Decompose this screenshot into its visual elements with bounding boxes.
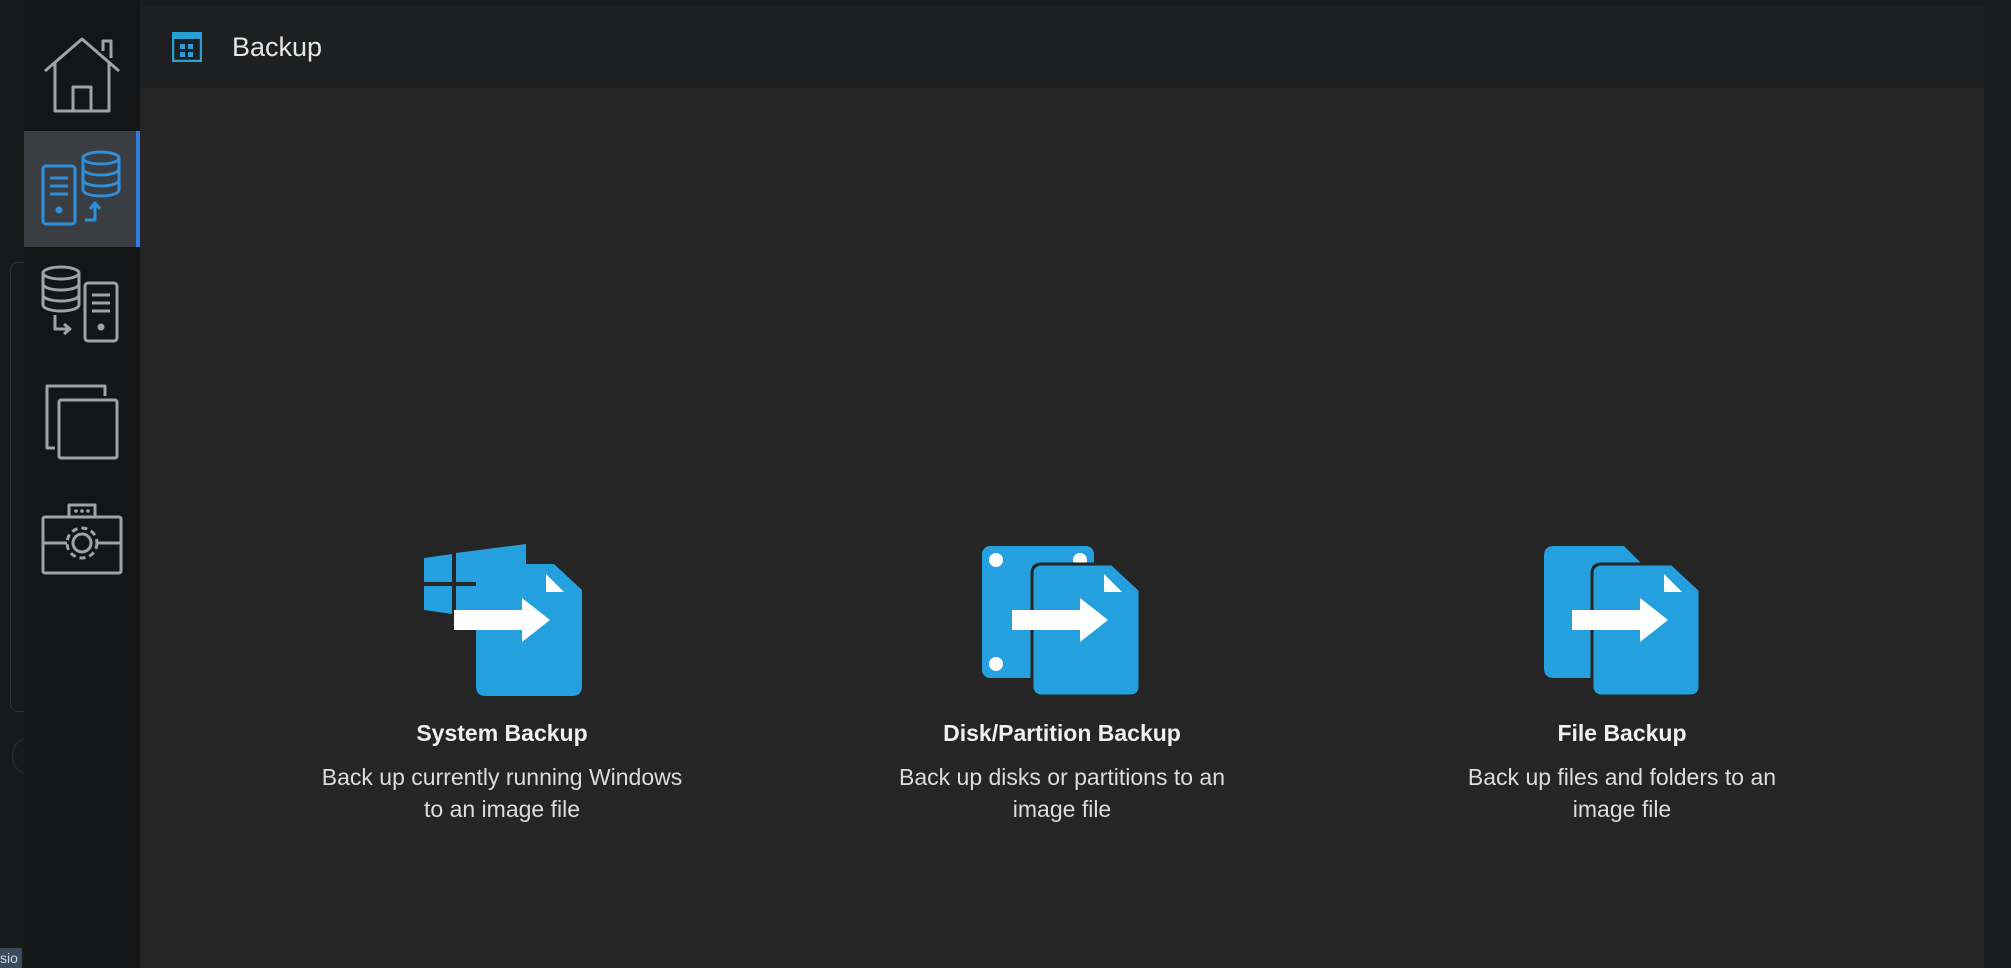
background-tag: sio <box>0 948 22 968</box>
app-grid-icon <box>172 32 202 62</box>
file-backup-card[interactable]: File Backup Back up files and folders to… <box>1412 538 1832 825</box>
page-title: Backup <box>232 31 323 62</box>
sidebar-item-tools[interactable] <box>24 480 140 596</box>
toolbox-icon <box>41 503 123 575</box>
window-right-edge <box>1984 0 2011 968</box>
disk-partition-backup-description: Back up disks or partitions to an image … <box>899 764 1225 822</box>
page-header: Backup <box>140 6 1984 88</box>
file-backup-title: File Backup <box>1557 720 1687 746</box>
main-panel: Backup System Backup Back up currently r… <box>140 6 1984 968</box>
system-backup-title: System Backup <box>416 720 588 746</box>
sidebar-item-restore[interactable] <box>24 248 140 364</box>
sidebar-item-backup[interactable] <box>24 131 140 247</box>
sidebar-item-clone[interactable] <box>24 363 140 479</box>
restore-icon <box>41 265 119 343</box>
system-backup-icon <box>424 544 582 696</box>
disk-backup-icon <box>982 546 1142 698</box>
sidebar-item-home[interactable] <box>24 16 140 132</box>
background-window: sio <box>0 0 42 968</box>
system-backup-description: Back up currently running Windows to an … <box>321 764 683 822</box>
file-backup-icon <box>1544 546 1702 698</box>
clone-icon <box>45 384 119 460</box>
disk-partition-backup-card[interactable]: Disk/Partition Backup Back up disks or p… <box>852 538 1272 825</box>
home-icon <box>44 37 120 113</box>
backup-icon <box>41 150 121 226</box>
disk-partition-backup-title: Disk/Partition Backup <box>943 720 1181 746</box>
file-backup-description: Back up files and folders to an image fi… <box>1467 764 1777 822</box>
sidebar <box>24 0 140 968</box>
system-backup-card[interactable]: System Backup Back up currently running … <box>292 538 712 825</box>
